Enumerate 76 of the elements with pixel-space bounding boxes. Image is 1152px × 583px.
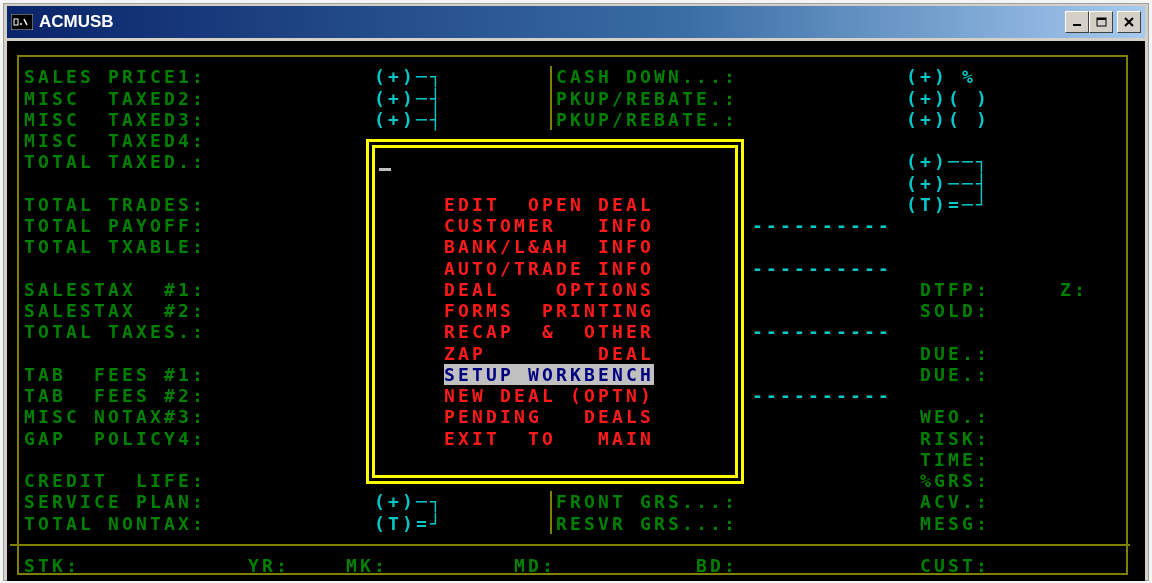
maximize-icon — [1095, 17, 1107, 27]
sum-marker: (T)=─┘ — [906, 193, 990, 215]
menu-item[interactable]: ZAP DEAL — [444, 342, 654, 364]
sum-marker: (+)──┐ — [906, 151, 990, 173]
field-label: TAB FEES #1: — [24, 363, 206, 385]
field-label: MD: — [514, 555, 556, 577]
sum-marker: (+)──┤ — [906, 172, 990, 194]
field-label: %GRS: — [920, 470, 990, 492]
sum-marker: (+)─┤ — [374, 108, 444, 130]
field-label: TOTAL TAXED.: — [24, 151, 206, 173]
menu-item[interactable]: DEAL OPTIONS — [444, 278, 654, 300]
field-label: RISK: — [920, 427, 990, 449]
sum-marker: (T)=┘ — [374, 512, 444, 534]
menu-item[interactable]: FORMS PRINTING — [444, 300, 654, 322]
menu-item[interactable]: BANK/L&AH INFO — [444, 236, 654, 258]
field-label: PKUP/REBATE.: — [556, 87, 738, 109]
field-label: TIME: — [920, 448, 990, 470]
field-label: TOTAL NONTAX: — [24, 512, 206, 534]
dashed-rule: ---------- — [752, 321, 892, 343]
dashed-rule: ---------- — [752, 257, 892, 279]
field-label: TAB FEES #2: — [24, 385, 206, 407]
dashed-rule: ---------- — [752, 385, 892, 407]
field-label: RESVR GRS...: — [556, 512, 738, 534]
field-label: SERVICE PLAN: — [24, 491, 206, 513]
field-label: YR: — [248, 555, 290, 577]
field-label: MISC TAXED2: — [24, 87, 206, 109]
field-label: ACV.: — [920, 491, 990, 513]
field-label: STK: — [24, 555, 80, 577]
minimize-icon — [1073, 24, 1081, 26]
sum-marker: (+)─┤ — [374, 87, 444, 109]
menu-item[interactable]: EXIT TO MAIN — [444, 427, 654, 449]
field-label: MISC TAXED4: — [24, 130, 206, 152]
field-label: DUE.: — [920, 342, 990, 364]
field-label: FRONT GRS...: — [556, 491, 738, 513]
field-label: TOTAL PAYOFF: — [24, 215, 206, 237]
field-label: WEO.: — [920, 406, 990, 428]
menu-item[interactable]: SETUP WORKBENCH — [444, 363, 654, 385]
text-cursor — [379, 167, 391, 171]
sum-marker: (+)( ) — [906, 87, 990, 109]
field-label: MESG: — [920, 512, 990, 534]
close-button[interactable] — [1117, 11, 1141, 33]
console-icon — [11, 14, 33, 30]
field-label: BD: — [696, 555, 738, 577]
field-label: MK: — [346, 555, 388, 577]
dashed-rule: ---------- — [752, 215, 892, 237]
field-label: TOTAL TRADES: — [24, 193, 206, 215]
field-label: TOTAL TXABLE: — [24, 236, 206, 258]
field-label: CASH DOWN...: — [556, 66, 738, 88]
sum-marker: (+)─┐ — [374, 491, 444, 513]
sum-marker: (+)( ) — [906, 108, 990, 130]
menu-item[interactable]: AUTO/TRADE INFO — [444, 257, 654, 279]
maximize-button[interactable] — [1089, 11, 1113, 33]
menu-item[interactable]: CUSTOMER INFO — [444, 215, 654, 237]
close-icon — [1124, 17, 1134, 27]
field-label: SALESTAX #1: — [24, 278, 206, 300]
field-label: CREDIT LIFE: — [24, 470, 206, 492]
window-title: ACMUSB — [39, 11, 114, 34]
menu-item[interactable]: NEW DEAL (OPTN) — [444, 385, 654, 407]
field-label: MISC TAXED3: — [24, 108, 206, 130]
field-label: SALESTAX #2: — [24, 300, 206, 322]
field-label: PKUP/REBATE.: — [556, 108, 738, 130]
minimize-button[interactable] — [1065, 11, 1089, 33]
menu-item[interactable]: RECAP & OTHER — [444, 321, 654, 343]
field-label: SALES PRICE1: — [24, 66, 206, 88]
sum-marker: (+) % — [906, 66, 976, 88]
menu-item[interactable]: PENDING DEALS — [444, 406, 654, 428]
field-label: DUE.: — [920, 363, 990, 385]
field-label: GAP POLICY4: — [24, 427, 206, 449]
field-label: SOLD: — [920, 300, 990, 322]
sum-marker: (+)─┐ — [374, 66, 444, 88]
field-label: Z: — [1060, 278, 1088, 300]
field-label: CUST: — [920, 555, 990, 577]
field-label: DTFP: — [920, 278, 990, 300]
menu-item[interactable]: EDIT OPEN DEAL — [444, 193, 654, 215]
field-label: TOTAL TAXES.: — [24, 321, 206, 343]
field-label: MISC NOTAX#3: — [24, 406, 206, 428]
